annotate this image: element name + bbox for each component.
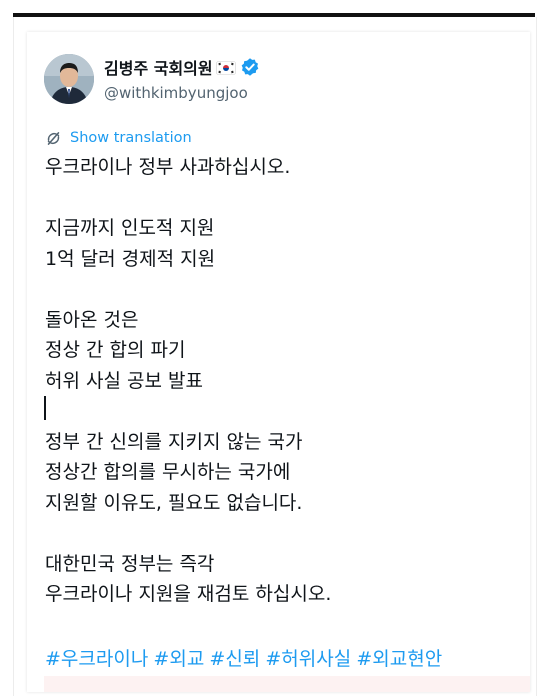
show-translation-label[interactable]: Show translation: [70, 130, 192, 146]
post-line: 정상간 합의를 무시하는 국가에: [45, 461, 291, 483]
tweet-card: 김병주 국회의원 @withkimbyungjoo Show translati…: [27, 32, 530, 692]
verified-badge-icon[interactable]: [240, 57, 260, 77]
post-line: 허위 사실 공보 발표: [45, 369, 203, 392]
author-name-row: 김병주 국회의원: [104, 56, 260, 78]
post-line: 돌아온 것은: [45, 308, 139, 331]
hashtag-link[interactable]: #허위사실: [265, 648, 351, 670]
author-handle[interactable]: @withkimbyungjoo: [104, 84, 248, 102]
post-line: 대한민국 정부는 즉각: [45, 552, 215, 575]
text-cursor-caret: [44, 396, 46, 420]
show-translation-button[interactable]: Show translation: [45, 128, 192, 148]
hashtag-link[interactable]: #신뢰: [209, 648, 260, 670]
author-name[interactable]: 김병주 국회의원: [104, 55, 213, 79]
post-line: 1억 달러 경제적 지원: [45, 247, 216, 270]
hashtag-link[interactable]: #외교현안: [356, 648, 442, 670]
avatar[interactable]: [44, 54, 94, 104]
post-line: 우크라이나 지원을 재검토 하십시오.: [45, 583, 332, 605]
avatar-photo: [44, 54, 94, 104]
post-line: 우크라이나 정부 사과하십시오.: [45, 156, 291, 178]
post-line: 지원할 이유도, 필요도 없습니다.: [45, 491, 303, 514]
post-line: 지금까지 인도적 지원: [45, 217, 215, 239]
south-korea-flag-icon: [215, 60, 236, 75]
hashtag-link[interactable]: #외교: [153, 648, 204, 670]
hashtag-row: #우크라이나 #외교 #신뢰 #허위사실 #외교현안: [45, 644, 520, 674]
post-text: 우크라이나 정부 사과하십시오. 지금까지 인도적 지원 1억 달러 경제적 지…: [45, 152, 520, 674]
post-line: 정부 간 신의를 지키지 않는 국가: [45, 430, 303, 453]
hashtag-link[interactable]: #우크라이나: [45, 648, 148, 670]
post-line: 정상 간 합의 파기: [45, 339, 186, 361]
quoted-content-edge: [44, 676, 530, 692]
translate-icon: [45, 130, 62, 147]
